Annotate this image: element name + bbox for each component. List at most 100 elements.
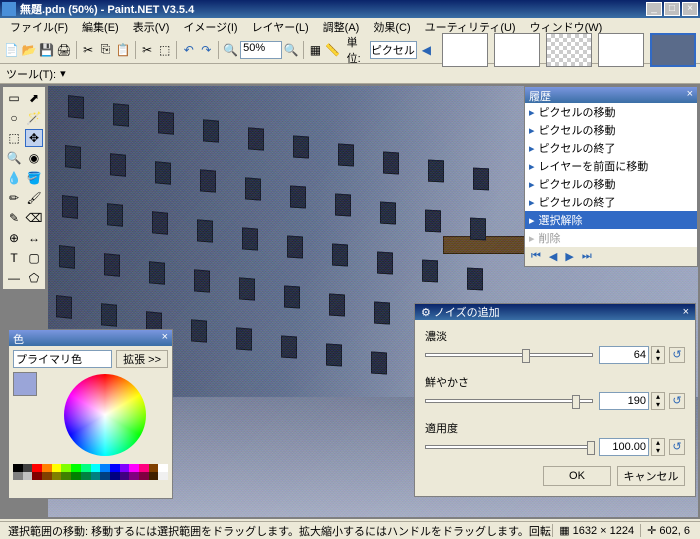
tool-button[interactable]: ✎ <box>5 209 23 227</box>
intensity-spinner[interactable]: ▴▾ <box>651 346 665 364</box>
thumb-5[interactable] <box>650 33 696 67</box>
tool-button[interactable]: 🖌 <box>25 189 43 207</box>
palette-swatch[interactable] <box>71 464 81 472</box>
tool-dropdown-icon[interactable]: ▾ <box>60 67 66 80</box>
intensity-reset-icon[interactable]: ↺ <box>669 347 685 363</box>
colors-close-icon[interactable]: × <box>162 331 168 345</box>
palette-swatch[interactable] <box>110 472 120 480</box>
palette-swatch[interactable] <box>100 464 110 472</box>
zoom-icon[interactable]: 🔍 <box>223 40 238 60</box>
history-last-icon[interactable]: ⏭ <box>582 250 592 263</box>
tool-button[interactable]: ◉ <box>25 149 43 167</box>
history-item[interactable]: ▸ピクセルの移動 <box>525 103 697 121</box>
tool-button[interactable]: ○ <box>5 109 23 127</box>
deselect-icon[interactable]: ⬚ <box>157 40 172 60</box>
thumb-4[interactable] <box>598 33 644 67</box>
palette-swatch[interactable] <box>13 464 23 472</box>
palette-swatch[interactable] <box>81 472 91 480</box>
palette-swatch[interactable] <box>42 472 52 480</box>
print-icon[interactable]: 🖨 <box>56 40 71 60</box>
history-close-icon[interactable]: × <box>687 88 693 102</box>
palette-swatch[interactable] <box>149 472 159 480</box>
intensity-input[interactable] <box>599 346 649 364</box>
menu-item[interactable]: イメージ(I) <box>177 18 243 36</box>
coverage-reset-icon[interactable]: ↺ <box>669 439 685 455</box>
palette-swatch[interactable] <box>32 464 42 472</box>
palette-swatch[interactable] <box>158 464 168 472</box>
palette-swatch[interactable] <box>71 472 81 480</box>
tool-button[interactable]: ▢ <box>25 249 43 267</box>
redo-icon[interactable]: ↷ <box>199 40 214 60</box>
unit-select[interactable]: ピクセル <box>370 41 417 59</box>
nav-left-icon[interactable]: ◀ <box>419 40 434 60</box>
intensity-slider[interactable] <box>425 353 593 357</box>
primary-swatch[interactable] <box>13 372 37 396</box>
tool-button[interactable]: ▭ <box>5 89 23 107</box>
palette-swatch[interactable] <box>129 472 139 480</box>
save-icon[interactable]: 💾 <box>39 40 54 60</box>
saturation-spinner[interactable]: ▴▾ <box>651 392 665 410</box>
menu-item[interactable]: 編集(E) <box>76 18 125 36</box>
tool-button[interactable]: ⊕ <box>5 229 23 247</box>
tool-button[interactable]: 💧 <box>5 169 23 187</box>
history-next-icon[interactable]: ▶ <box>565 250 573 263</box>
palette-swatch[interactable] <box>139 464 149 472</box>
saturation-slider[interactable] <box>425 399 593 403</box>
palette-swatch[interactable] <box>139 472 149 480</box>
palette-swatch[interactable] <box>23 464 33 472</box>
tool-button[interactable]: ⬈ <box>25 89 43 107</box>
menu-item[interactable]: レイヤー(L) <box>246 18 315 36</box>
history-item[interactable]: ▸レイヤーを前面に移動 <box>525 157 697 175</box>
saturation-reset-icon[interactable]: ↺ <box>669 393 685 409</box>
history-item[interactable]: ▸ピクセルの移動 <box>525 175 697 193</box>
tool-button[interactable]: — <box>5 269 23 287</box>
open-icon[interactable]: 📂 <box>21 40 36 60</box>
tool-button[interactable]: 🪄 <box>25 109 43 127</box>
close-button[interactable]: × <box>682 2 698 16</box>
palette-swatch[interactable] <box>61 464 71 472</box>
tool-button[interactable]: 🔍 <box>5 149 23 167</box>
dialog-close-icon[interactable]: × <box>683 306 689 318</box>
palette-swatch[interactable] <box>61 472 71 480</box>
tool-button[interactable]: ✏ <box>5 189 23 207</box>
palette-swatch[interactable] <box>81 464 91 472</box>
zoom-select[interactable]: 50% <box>240 41 281 59</box>
thumb-2[interactable] <box>494 33 540 67</box>
tool-button[interactable]: ↔ <box>25 229 43 247</box>
palette-swatch[interactable] <box>100 472 110 480</box>
saturation-input[interactable] <box>599 392 649 410</box>
coverage-input[interactable] <box>599 438 649 456</box>
palette-swatch[interactable] <box>23 472 33 480</box>
new-icon[interactable]: 📄 <box>4 40 19 60</box>
undo-icon[interactable]: ↶ <box>181 40 196 60</box>
history-item[interactable]: ▸ピクセルの終了 <box>525 139 697 157</box>
palette-swatch[interactable] <box>158 472 168 480</box>
palette-swatch[interactable] <box>149 464 159 472</box>
palette-swatch[interactable] <box>110 464 120 472</box>
tool-button[interactable]: ✥ <box>25 129 43 147</box>
zoom-fit-icon[interactable]: 🔍 <box>284 40 299 60</box>
menu-item[interactable]: 効果(C) <box>367 18 416 36</box>
ok-button[interactable]: OK <box>543 466 611 486</box>
colors-more-button[interactable]: 拡張 >> <box>116 350 168 368</box>
color-wheel[interactable] <box>64 374 146 456</box>
history-item[interactable]: ▸ピクセルの移動 <box>525 121 697 139</box>
cut-icon[interactable]: ✂ <box>80 40 95 60</box>
palette-swatch[interactable] <box>42 464 52 472</box>
history-item[interactable]: ▸ピクセルの終了 <box>525 193 697 211</box>
copy-icon[interactable]: ⎘ <box>98 40 113 60</box>
ruler-icon[interactable]: 📏 <box>325 40 340 60</box>
thumb-3[interactable] <box>546 33 592 67</box>
palette-swatch[interactable] <box>129 464 139 472</box>
coverage-spinner[interactable]: ▴▾ <box>651 438 665 456</box>
palette-swatch[interactable] <box>13 472 23 480</box>
menu-item[interactable]: ファイル(F) <box>4 18 74 36</box>
thumb-1[interactable] <box>442 33 488 67</box>
tool-button[interactable]: ⬠ <box>25 269 43 287</box>
history-item[interactable]: ▸選択解除 <box>525 211 697 229</box>
history-first-icon[interactable]: ⏮ <box>531 250 541 263</box>
tool-button[interactable]: T <box>5 249 23 267</box>
palette-swatch[interactable] <box>52 464 62 472</box>
coverage-slider[interactable] <box>425 445 593 449</box>
palette-swatch[interactable] <box>91 464 101 472</box>
